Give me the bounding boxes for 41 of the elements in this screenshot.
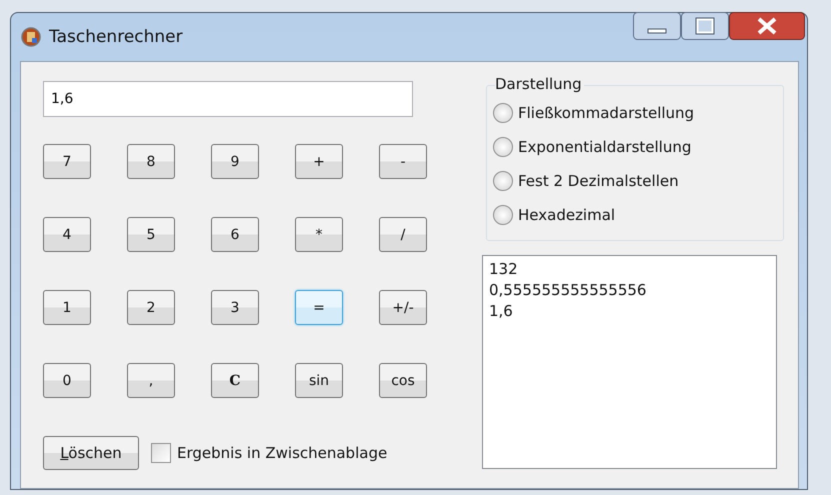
- calculator-key[interactable]: 7: [43, 144, 91, 179]
- calculator-key[interactable]: C: [211, 363, 259, 398]
- minimize-icon[interactable]: [633, 12, 681, 40]
- calculator-key[interactable]: /: [379, 217, 427, 252]
- calculator-key[interactable]: 6: [211, 217, 259, 252]
- calculator-key[interactable]: +: [295, 144, 343, 179]
- checkbox-label: Ergebnis in Zwischenablage: [177, 444, 388, 462]
- calculator-key[interactable]: *: [295, 217, 343, 252]
- radio-button[interactable]: [493, 171, 513, 191]
- calculator-key[interactable]: cos: [379, 363, 427, 398]
- calculator-key[interactable]: 1: [43, 290, 91, 325]
- radio-label: Hexadezimal: [518, 206, 616, 224]
- window-title: Taschenrechner: [49, 27, 183, 47]
- history-entry: 1,6: [489, 301, 513, 322]
- calculator-key[interactable]: 4: [43, 217, 91, 252]
- radio-label: Exponentialdarstellung: [518, 138, 692, 156]
- calculator-key[interactable]: 8: [127, 144, 175, 179]
- display-field[interactable]: 1,6: [43, 81, 413, 117]
- radio-label: Fließkommadarstellung: [518, 104, 694, 122]
- history-entry: 0,555555555555556: [489, 280, 646, 301]
- radio-label: Fest 2 Dezimalstellen: [518, 172, 679, 190]
- calculator-key[interactable]: -: [379, 144, 427, 179]
- checkbox[interactable]: [151, 443, 171, 463]
- calculator-key[interactable]: =: [295, 290, 343, 325]
- calculator-key[interactable]: sin: [295, 363, 343, 398]
- radio-button[interactable]: [493, 205, 513, 225]
- radio-button[interactable]: [493, 137, 513, 157]
- radio-button[interactable]: [493, 103, 513, 123]
- history-entry: 132: [489, 259, 518, 280]
- maximize-icon[interactable]: [681, 12, 729, 40]
- calculator-key[interactable]: 2: [127, 290, 175, 325]
- group-title: Darstellung: [495, 75, 584, 93]
- clear-button[interactable]: Löschen: [43, 436, 139, 470]
- calculator-key[interactable]: +/-: [379, 290, 427, 325]
- close-icon[interactable]: [729, 12, 805, 40]
- calculator-key[interactable]: 0: [43, 363, 91, 398]
- app-icon: [21, 27, 41, 47]
- calculator-key[interactable]: 5: [127, 217, 175, 252]
- calculator-key[interactable]: ,: [127, 363, 175, 398]
- calculator-key[interactable]: 3: [211, 290, 259, 325]
- calculator-key[interactable]: 9: [211, 144, 259, 179]
